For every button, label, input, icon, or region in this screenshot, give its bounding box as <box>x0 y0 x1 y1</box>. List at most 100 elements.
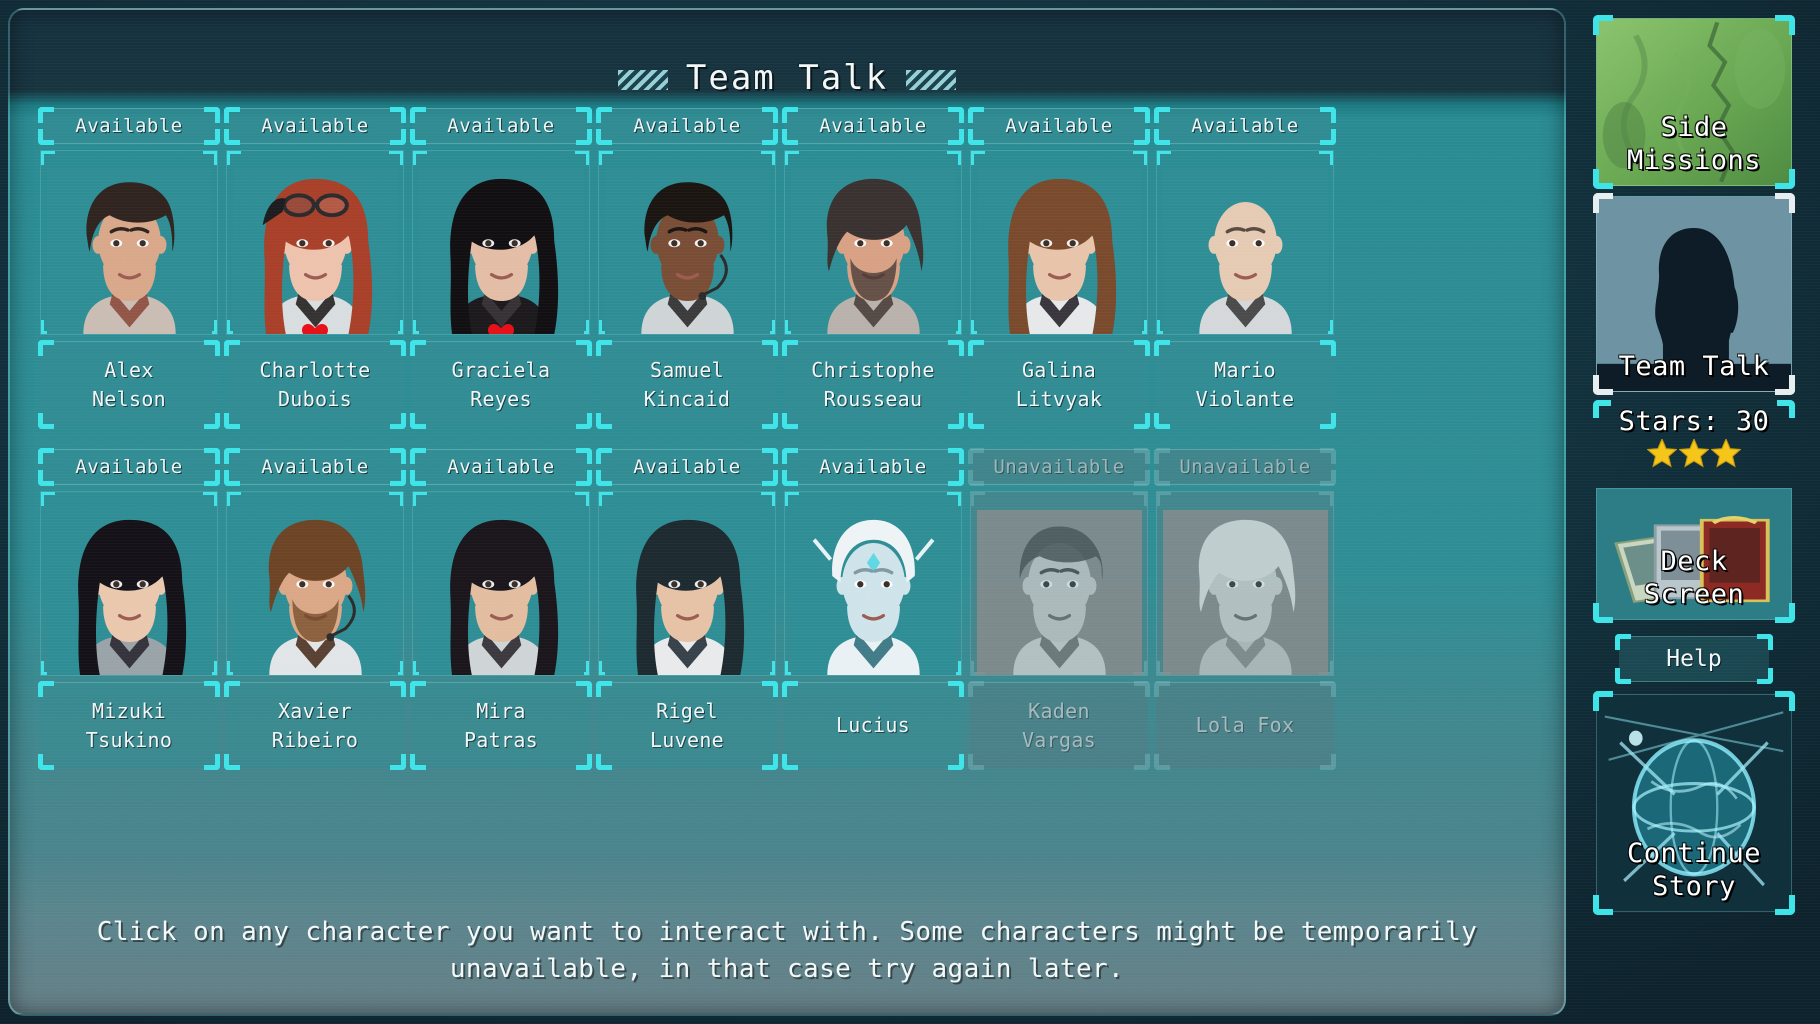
character-portrait[interactable] <box>970 150 1148 335</box>
character-portrait[interactable] <box>40 491 218 676</box>
bracket-corner-icon <box>1134 470 1150 486</box>
sidebar-item-label: Deck Screen <box>1643 546 1745 610</box>
sidebar-item-continue-story[interactable]: Continue Story <box>1593 691 1795 915</box>
bracket-corner-icon <box>204 129 220 145</box>
character-card[interactable]: Available <box>408 448 594 770</box>
heart-icon <box>302 324 328 334</box>
portrait-image <box>976 505 1142 675</box>
character-card[interactable]: Available <box>780 107 966 429</box>
bracket-corner-icon <box>1775 375 1795 395</box>
character-card[interactable]: Available <box>594 107 780 429</box>
status-label: Available <box>75 456 183 478</box>
character-card[interactable]: Available <box>594 448 780 770</box>
page-title: Team Talk <box>685 58 889 98</box>
character-name-label: Graciela Reyes <box>451 357 551 411</box>
character-card[interactable]: Available <box>780 448 966 770</box>
bracket-corner-icon <box>204 681 220 697</box>
bracket-corner-icon <box>1134 754 1150 770</box>
bracket-corner-icon <box>761 151 775 165</box>
character-portrait[interactable] <box>40 150 218 335</box>
bracket-corner-icon <box>410 129 426 145</box>
bracket-corner-icon <box>575 492 589 506</box>
character-card[interactable]: Available <box>36 107 222 429</box>
status-label: Available <box>75 115 183 137</box>
bracket-corner-icon <box>575 151 589 165</box>
character-card[interactable]: Available <box>1152 107 1338 429</box>
bracket-corner-icon <box>596 129 612 145</box>
bracket-corner-icon <box>390 754 406 770</box>
bracket-corner-icon <box>782 681 798 697</box>
status-badge: Available <box>596 107 778 145</box>
bracket-corner-icon <box>204 448 220 464</box>
character-portrait[interactable] <box>598 150 776 335</box>
sidebar-item-side-missions[interactable]: Side Missions <box>1593 15 1795 189</box>
character-portrait[interactable] <box>412 150 590 335</box>
bracket-corner-icon <box>576 107 592 123</box>
status-badge: Available <box>782 107 964 145</box>
bracket-corner-icon <box>1320 107 1336 123</box>
bracket-corner-icon <box>227 151 241 165</box>
bracket-corner-icon <box>948 413 964 429</box>
character-portrait[interactable] <box>412 491 590 676</box>
status-label: Available <box>447 456 555 478</box>
bracket-corner-icon <box>761 492 775 506</box>
bracket-corner-icon <box>576 129 592 145</box>
character-name: Alex Nelson <box>38 340 220 429</box>
character-card[interactable]: Available <box>222 448 408 770</box>
bracket-corner-icon <box>224 448 240 464</box>
bracket-corner-icon <box>1320 470 1336 486</box>
character-card[interactable]: Available <box>222 107 408 429</box>
hatch-decoration-right <box>906 70 957 90</box>
bracket-corner-icon <box>762 681 778 697</box>
bracket-corner-icon <box>1777 400 1795 418</box>
character-card[interactable]: Available <box>36 448 222 770</box>
character-portrait[interactable] <box>1156 150 1334 335</box>
bracket-corner-icon <box>1134 681 1150 697</box>
status-label: Available <box>447 115 555 137</box>
character-name-label: Mario Violante <box>1195 357 1295 411</box>
status-label: Available <box>1191 115 1299 137</box>
bracket-corner-icon <box>1154 470 1170 486</box>
bracket-corner-icon <box>204 340 220 356</box>
character-card: Unavailable <box>966 448 1152 770</box>
instruction-text: Click on any character you want to inter… <box>96 917 1478 985</box>
bracket-corner-icon <box>762 470 778 486</box>
bracket-corner-icon <box>1319 151 1333 165</box>
character-portrait <box>970 491 1148 676</box>
bracket-corner-icon <box>596 107 612 123</box>
character-card[interactable]: Available <box>966 107 1152 429</box>
portrait-image <box>604 164 770 334</box>
bracket-corner-icon <box>390 681 406 697</box>
character-portrait[interactable] <box>226 150 404 335</box>
character-portrait[interactable] <box>226 491 404 676</box>
character-name: Samuel Kincaid <box>596 340 778 429</box>
bracket-corner-icon <box>576 754 592 770</box>
sidebar-item-team-talk[interactable]: Team Talk <box>1593 193 1795 395</box>
bracket-corner-icon <box>1615 668 1631 684</box>
bracket-corner-icon <box>1775 691 1795 711</box>
bracket-corner-icon <box>1593 691 1613 711</box>
bracket-corner-icon <box>782 340 798 356</box>
character-portrait[interactable] <box>784 491 962 676</box>
status-badge: Available <box>224 107 406 145</box>
character-name-label: Lucius <box>835 713 911 737</box>
sidebar-item-deck-screen[interactable]: Deck Screen <box>1593 488 1795 623</box>
bracket-corner-icon <box>1593 375 1613 395</box>
bracket-corner-icon <box>1615 634 1631 650</box>
portrait-image <box>790 164 956 334</box>
character-portrait[interactable] <box>784 150 962 335</box>
character-portrait[interactable] <box>598 491 776 676</box>
character-grid: Available Alex Nelson Available Charlott… <box>36 107 1544 770</box>
sidebar-item-label: Side Missions <box>1626 112 1762 176</box>
character-name-label: Xavier Ribeiro <box>271 698 359 752</box>
help-button[interactable]: Help <box>1615 634 1773 684</box>
status-badge: Available <box>38 448 220 486</box>
character-name: Graciela Reyes <box>410 340 592 429</box>
bracket-corner-icon <box>1757 668 1773 684</box>
character-card[interactable]: Available <box>408 107 594 429</box>
bracket-corner-icon <box>390 470 406 486</box>
bracket-corner-icon <box>968 413 984 429</box>
bracket-corner-icon <box>204 470 220 486</box>
status-label: Available <box>819 115 927 137</box>
bracket-corner-icon <box>1154 413 1170 429</box>
